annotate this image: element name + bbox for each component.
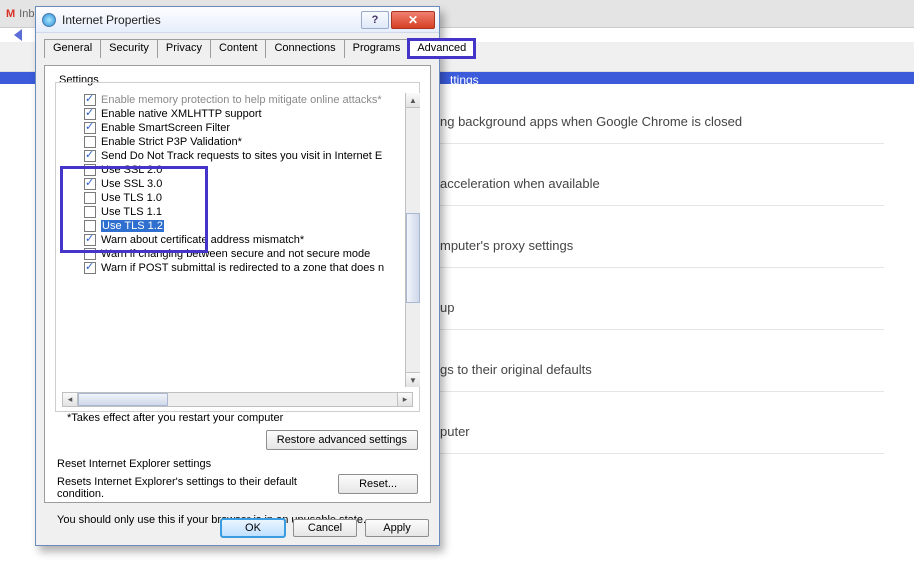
reset-button[interactable]: Reset... [338,474,418,494]
setting-item[interactable]: Use SSL 3.0 [62,177,413,191]
help-button[interactable]: ? [361,11,389,29]
setting-item[interactable]: Enable native XMLHTTP support [62,107,413,121]
scroll-track[interactable] [78,393,397,406]
checkbox[interactable] [84,108,96,120]
apply-button[interactable]: Apply [365,519,429,537]
checkbox[interactable] [84,206,96,218]
advanced-tab-panel: Settings Enable memory protection to hel… [44,65,431,503]
cancel-button[interactable]: Cancel [293,519,357,537]
checkbox[interactable] [84,192,96,204]
close-icon: ✕ [408,13,418,27]
setting-item[interactable]: Enable SmartScreen Filter [62,121,413,135]
tab-programs[interactable]: Programs [344,39,410,58]
checkbox[interactable] [84,122,96,134]
setting-label: Enable SmartScreen Filter [101,122,230,134]
setting-label: Send Do Not Track requests to sites you … [101,150,382,162]
setting-row[interactable]: gs to their original defaults [440,348,884,392]
tab-privacy[interactable]: Privacy [157,39,211,58]
dialog-tabs: General Security Privacy Content Connect… [44,39,435,58]
setting-label: Use TLS 1.0 [101,192,162,204]
setting-item[interactable]: Warn if POST submittal is redirected to … [62,261,413,275]
setting-label: Warn if POST submittal is redirected to … [101,262,384,274]
tab-general[interactable]: General [44,39,101,58]
setting-item[interactable]: Warn about certificate address mismatch* [62,233,413,247]
ok-button[interactable]: OK [221,519,285,537]
setting-row[interactable]: mputer's proxy settings [440,224,884,268]
reset-group-label: Reset Internet Explorer settings [57,458,418,470]
setting-item[interactable]: Send Do Not Track requests to sites you … [62,149,413,163]
checkbox[interactable] [84,220,96,232]
setting-item[interactable]: Enable memory protection to help mitigat… [62,93,413,107]
checkbox[interactable] [84,136,96,148]
tab-advanced[interactable]: Advanced [408,39,475,58]
settings-listbox-group: Enable memory protection to help mitigat… [55,82,420,412]
scroll-thumb[interactable] [78,393,168,406]
setting-item[interactable]: Use TLS 1.2 [62,219,413,233]
chrome-settings-list: ng background apps when Google Chrome is… [440,100,884,454]
setting-label: Enable Strict P3P Validation* [101,136,242,148]
reset-group: Reset Internet Explorer settings Resets … [57,458,418,526]
setting-row[interactable]: up [440,286,884,330]
dialog-titlebar[interactable]: Internet Properties ? ✕ [36,7,439,33]
dialog-title: Internet Properties [62,13,359,27]
setting-label: Use TLS 1.2 [101,220,164,232]
setting-label: Warn about certificate address mismatch* [101,234,304,246]
horizontal-scrollbar[interactable]: ◂ ▸ [62,392,413,407]
checkbox[interactable] [84,248,96,260]
setting-label: Warn if changing between secure and not … [101,248,370,260]
dialog-button-row: OK Cancel Apply [221,519,429,537]
globe-icon [42,13,56,27]
checkbox[interactable] [84,262,96,274]
setting-item[interactable]: Use TLS 1.1 [62,205,413,219]
settings-list[interactable]: Enable memory protection to help mitigat… [62,93,413,387]
checkbox[interactable] [84,164,96,176]
reset-description: Resets Internet Explorer's settings to t… [57,476,297,500]
setting-item[interactable]: Use TLS 1.0 [62,191,413,205]
scroll-thumb[interactable] [406,213,420,303]
setting-label: Enable memory protection to help mitigat… [101,94,382,106]
close-button[interactable]: ✕ [391,11,435,29]
scroll-left-icon[interactable]: ◂ [63,393,78,406]
checkbox[interactable] [84,234,96,246]
restart-note: *Takes effect after you restart your com… [67,412,283,424]
tab-security[interactable]: Security [100,39,158,58]
setting-row[interactable]: puter [440,410,884,454]
gmail-m-icon: M [6,8,15,20]
checkbox[interactable] [84,94,96,106]
vertical-scrollbar[interactable]: ▲ ▼ [405,93,420,387]
setting-label: Use SSL 2.0 [101,164,162,176]
tab-connections[interactable]: Connections [265,39,344,58]
setting-row[interactable]: ng background apps when Google Chrome is… [440,100,884,144]
tab-content[interactable]: Content [210,39,267,58]
setting-row[interactable]: acceleration when available [440,162,884,206]
checkbox[interactable] [84,150,96,162]
scroll-up-icon[interactable]: ▲ [406,93,420,108]
internet-properties-dialog: Internet Properties ? ✕ General Security… [35,6,440,546]
setting-item[interactable]: Warn if changing between secure and not … [62,247,413,261]
back-icon[interactable] [14,29,22,41]
setting-item[interactable]: Use SSL 2.0 [62,163,413,177]
scroll-down-icon[interactable]: ▼ [406,372,420,387]
setting-label: Enable native XMLHTTP support [101,108,262,120]
scroll-right-icon[interactable]: ▸ [397,393,412,406]
setting-label: Use SSL 3.0 [101,178,162,190]
setting-item[interactable]: Enable Strict P3P Validation* [62,135,413,149]
checkbox[interactable] [84,178,96,190]
restore-advanced-button[interactable]: Restore advanced settings [266,430,418,450]
setting-label: Use TLS 1.1 [101,206,162,218]
